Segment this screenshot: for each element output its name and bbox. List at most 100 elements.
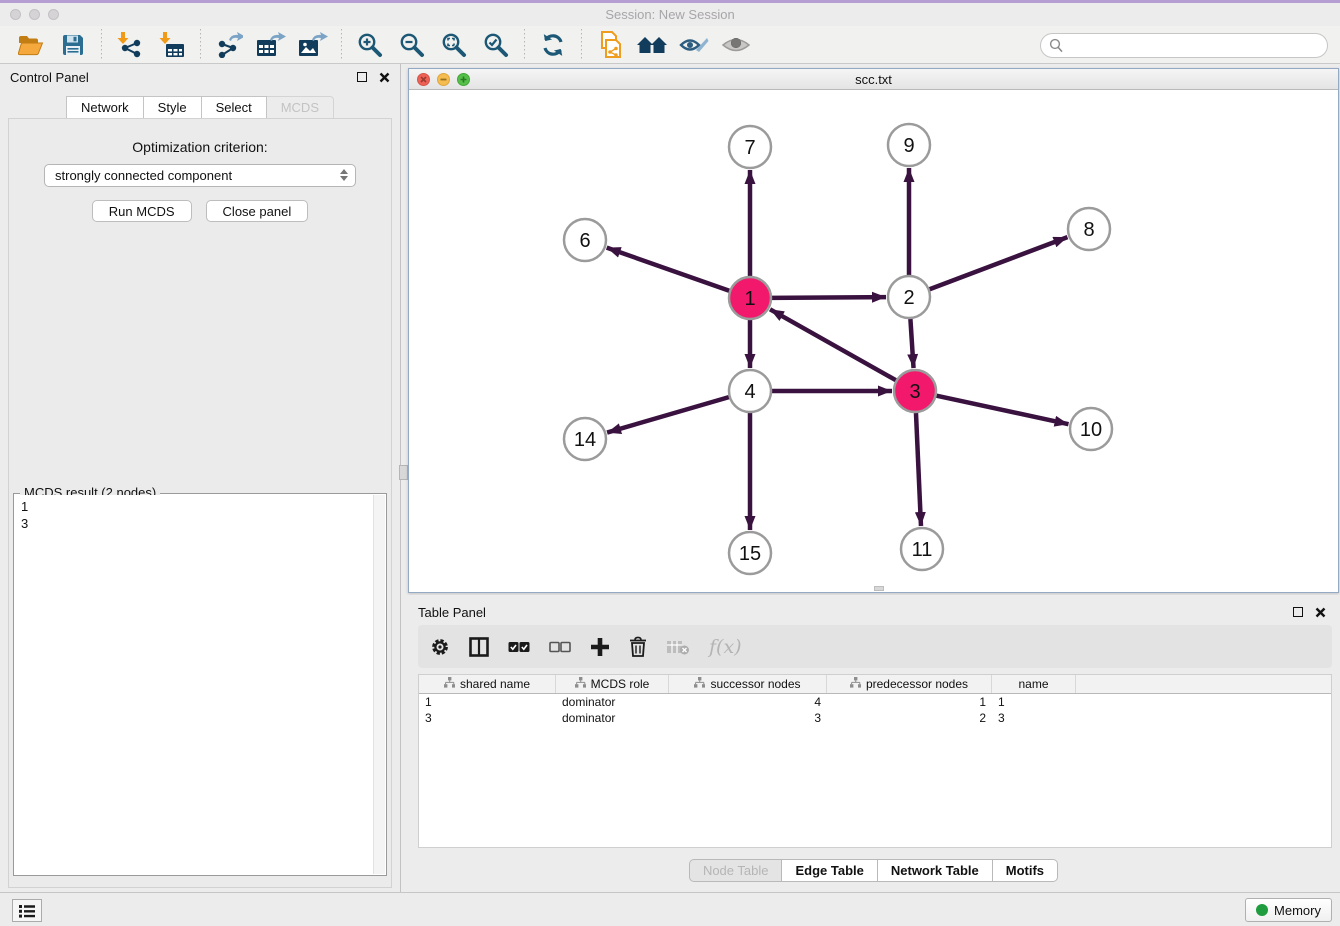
canvas-bottom-grip[interactable]: [874, 586, 884, 591]
refresh-view-icon[interactable]: [536, 30, 570, 60]
table-row[interactable]: 1dominator411: [419, 694, 1331, 710]
toolbar-separator: [581, 29, 582, 61]
table-cell[interactable]: dominator: [556, 710, 669, 726]
column-split-icon[interactable]: [469, 637, 489, 657]
zoom-out-icon[interactable]: [395, 30, 429, 60]
mcds-result-lines[interactable]: 13: [15, 495, 373, 874]
column-header-predecessor-nodes[interactable]: predecessor nodes: [827, 675, 992, 693]
export-image-icon[interactable]: [296, 30, 330, 60]
edge-3-11[interactable]: [916, 413, 921, 526]
search-input[interactable]: [1040, 33, 1328, 58]
result-scrollbar[interactable]: [373, 495, 385, 874]
network-view-window: scc.txt 7 9 6 8 1 2 4 3 14 10 15 11: [408, 68, 1339, 593]
node-label: 11: [912, 539, 933, 561]
edge-3-10[interactable]: [937, 396, 1069, 425]
edge-1-2[interactable]: [772, 297, 886, 298]
node-7[interactable]: 7: [729, 126, 771, 168]
node-14[interactable]: 14: [564, 418, 606, 460]
split-divider-grip[interactable]: [399, 465, 408, 480]
node-label: 1: [744, 288, 755, 310]
node-2[interactable]: 2: [888, 276, 930, 318]
edge-1-6[interactable]: [607, 248, 730, 291]
tab-mcds[interactable]: MCDS: [267, 96, 334, 119]
save-session-icon[interactable]: [56, 30, 90, 60]
node-1[interactable]: 1: [729, 277, 771, 319]
float-table-panel-icon[interactable]: [1293, 607, 1303, 617]
tab-network-table[interactable]: Network Table: [878, 859, 993, 882]
tab-node-table[interactable]: Node Table: [689, 859, 783, 882]
import-table-icon[interactable]: [155, 30, 189, 60]
node-8[interactable]: 8: [1068, 208, 1110, 250]
optimization-criterion-value: strongly connected component: [55, 168, 232, 183]
home-icon[interactable]: [635, 30, 669, 60]
memory-button[interactable]: Memory: [1245, 898, 1332, 922]
gear-icon[interactable]: [430, 637, 450, 657]
zoom-in-icon[interactable]: [353, 30, 387, 60]
table-row[interactable]: 3dominator323: [419, 710, 1331, 726]
add-column-icon[interactable]: [590, 637, 610, 657]
clone-network-icon[interactable]: [593, 30, 627, 60]
edge-2-3[interactable]: [910, 319, 913, 368]
toolbar-separator: [341, 29, 342, 61]
result-line: 3: [21, 515, 367, 532]
edge-4-14[interactable]: [607, 397, 729, 432]
tree-icon: [444, 677, 455, 691]
optimization-criterion-select[interactable]: strongly connected component: [44, 164, 356, 187]
column-label: predecessor nodes: [866, 677, 968, 691]
table-cell[interactable]: 1: [827, 694, 992, 710]
table-cell[interactable]: 4: [669, 694, 827, 710]
export-network-icon[interactable]: [212, 30, 246, 60]
close-panel-icon[interactable]: [379, 72, 390, 83]
node-15[interactable]: 15: [729, 532, 771, 574]
memory-status-icon: [1256, 904, 1268, 916]
mcds-result-box: MCDS result (2 nodes) 13: [13, 493, 387, 876]
table-cell[interactable]: dominator: [556, 694, 669, 710]
table-cell[interactable]: 3: [419, 710, 556, 726]
column-header-successor-nodes[interactable]: successor nodes: [669, 675, 827, 693]
node-3[interactable]: 3: [894, 370, 936, 412]
column-header-shared-name[interactable]: shared name: [419, 675, 556, 693]
column-header-name[interactable]: name: [992, 675, 1076, 693]
table-cell[interactable]: 1: [419, 694, 556, 710]
show-elements-icon[interactable]: [719, 30, 753, 60]
tab-network[interactable]: Network: [66, 96, 144, 119]
close-panel-button[interactable]: Close panel: [206, 200, 309, 222]
node-label: 3: [909, 381, 920, 403]
node-11[interactable]: 11: [901, 528, 943, 570]
node-4[interactable]: 4: [729, 370, 771, 412]
import-network-icon[interactable]: [113, 30, 147, 60]
node-10[interactable]: 10: [1070, 408, 1112, 450]
column-header-MCDS-role[interactable]: MCDS role: [556, 675, 669, 693]
hide-elements-icon[interactable]: [677, 30, 711, 60]
node-9[interactable]: 9: [888, 124, 930, 166]
zoom-fit-icon[interactable]: [437, 30, 471, 60]
deselect-all-icon[interactable]: [549, 641, 571, 653]
control-panel-title: Control Panel: [10, 70, 89, 85]
tab-style[interactable]: Style: [144, 96, 202, 119]
zoom-selected-icon[interactable]: [479, 30, 513, 60]
delete-column-icon[interactable]: [629, 636, 647, 657]
network-canvas[interactable]: 7 9 6 8 1 2 4 3 14 10 15 11: [409, 91, 1338, 592]
table-cell[interactable]: 3: [992, 710, 1076, 726]
run-mcds-button[interactable]: Run MCDS: [92, 200, 192, 222]
network-window-titlebar[interactable]: scc.txt: [409, 69, 1338, 90]
select-all-icon[interactable]: [508, 641, 530, 653]
tab-edge-table[interactable]: Edge Table: [782, 859, 877, 882]
tab-motifs[interactable]: Motifs: [993, 859, 1058, 882]
float-panel-icon[interactable]: [357, 72, 367, 82]
table-cell[interactable]: 3: [669, 710, 827, 726]
close-table-panel-icon[interactable]: [1315, 607, 1326, 618]
column-label: shared name: [460, 677, 530, 691]
edge-3-1[interactable]: [770, 309, 896, 380]
open-session-icon[interactable]: [14, 30, 48, 60]
table-cell[interactable]: 1: [992, 694, 1076, 710]
tab-select[interactable]: Select: [202, 96, 267, 119]
table-cell[interactable]: 2: [827, 710, 992, 726]
node-label: 8: [1083, 219, 1094, 241]
node-6[interactable]: 6: [564, 219, 606, 261]
node-table[interactable]: shared name MCDS rolesuccessor nodes prede…: [418, 674, 1332, 848]
edge-2-8[interactable]: [930, 237, 1068, 289]
cytoscape-app: Session: New Session: [0, 0, 1340, 926]
task-history-button[interactable]: [12, 899, 42, 922]
export-table-icon[interactable]: [254, 30, 288, 60]
